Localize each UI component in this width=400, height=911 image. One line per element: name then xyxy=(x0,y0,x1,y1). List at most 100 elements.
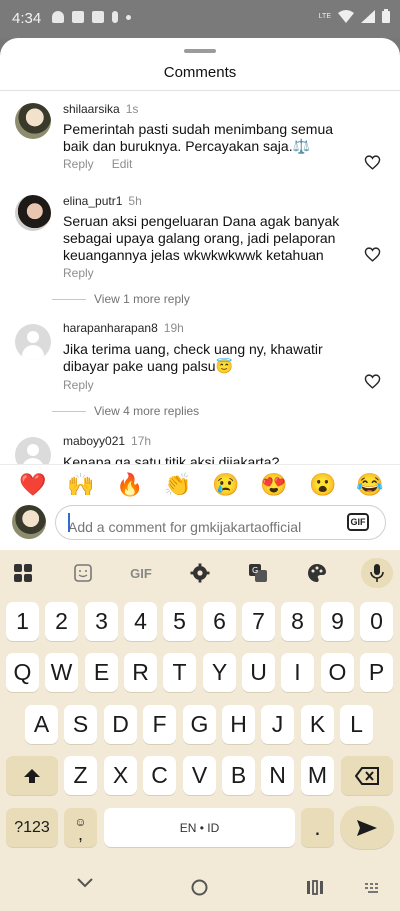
key-v[interactable]: V xyxy=(183,756,216,795)
symbols-key[interactable]: ?123 xyxy=(6,808,58,847)
key-e[interactable]: E xyxy=(85,653,118,692)
keyboard: GIF G 1 2 3 4 5 6 7 8 9 0 Q W E R T Y U … xyxy=(0,550,400,860)
key-k[interactable]: K xyxy=(301,705,334,744)
emoji-heart[interactable]: ❤️ xyxy=(19,473,46,497)
key-9[interactable]: 9 xyxy=(321,602,354,641)
key-d[interactable]: D xyxy=(104,705,137,744)
system-navigation-bar xyxy=(0,860,400,911)
key-c[interactable]: C xyxy=(143,756,176,795)
wifi-icon xyxy=(338,9,354,23)
gif-tool[interactable]: GIF xyxy=(126,562,156,584)
emoji-laughing[interactable]: 😂 xyxy=(356,473,383,497)
emoji-crying[interactable]: 😢 xyxy=(212,473,239,497)
comment-composer: GIF xyxy=(0,503,400,550)
key-8[interactable]: 8 xyxy=(281,602,314,641)
key-6[interactable]: 6 xyxy=(203,602,236,641)
avatar[interactable] xyxy=(15,195,51,231)
default-avatar[interactable] xyxy=(15,324,51,360)
key-0[interactable]: 0 xyxy=(360,602,393,641)
key-x[interactable]: X xyxy=(104,756,137,795)
view-more-replies[interactable]: View 1 more reply xyxy=(52,292,190,306)
comment-time: 5h xyxy=(128,194,142,208)
space-bar[interactable]: EN • ID xyxy=(104,808,295,847)
reply-button[interactable]: Reply xyxy=(63,266,94,280)
shift-key[interactable] xyxy=(6,756,58,795)
emoji-quick-bar: ❤️ 🙌 🔥 👏 😢 😍 😮 😂 xyxy=(0,464,400,504)
reply-button[interactable]: Reply xyxy=(63,378,94,392)
comment-time: 1s xyxy=(125,102,139,116)
microphone-icon[interactable] xyxy=(361,558,393,588)
emoji-clap[interactable]: 👏 xyxy=(164,473,191,497)
key-n[interactable]: N xyxy=(261,756,294,795)
drag-handle[interactable] xyxy=(184,49,216,53)
sheet-title: Comments xyxy=(163,64,237,81)
comment-text: Jika terima uang, check uang ny, khawati… xyxy=(63,341,323,374)
key-1[interactable]: 1 xyxy=(6,602,39,641)
period-key[interactable]: . xyxy=(301,808,334,847)
key-7[interactable]: 7 xyxy=(242,602,275,641)
key-z[interactable]: Z xyxy=(64,756,97,795)
key-r[interactable]: R xyxy=(124,653,157,692)
emoji-surprised[interactable]: 😮 xyxy=(309,473,336,497)
comment-username[interactable]: maboyy021 xyxy=(63,434,125,448)
more-notifications-icon xyxy=(126,14,131,20)
key-u[interactable]: U xyxy=(242,653,275,692)
backspace-icon xyxy=(355,766,379,785)
key-f[interactable]: F xyxy=(143,705,176,744)
emoji-heart-eyes[interactable]: 😍 xyxy=(260,473,287,497)
send-key[interactable] xyxy=(340,806,394,849)
key-4[interactable]: 4 xyxy=(124,602,157,641)
back-chevron-icon[interactable] xyxy=(76,876,94,890)
key-m[interactable]: M xyxy=(301,756,334,795)
key-l[interactable]: L xyxy=(340,705,373,744)
key-h[interactable]: H xyxy=(222,705,255,744)
key-y[interactable]: Y xyxy=(203,653,236,692)
comment-actions: Reply xyxy=(63,266,94,280)
vpn-icon xyxy=(52,11,64,23)
comment-username[interactable]: shilaarsika xyxy=(63,102,120,116)
comment-input[interactable] xyxy=(55,505,386,540)
key-i[interactable]: I xyxy=(281,653,314,692)
emoji-comma-key[interactable]: ☺ , xyxy=(64,808,97,847)
key-3[interactable]: 3 xyxy=(85,602,118,641)
comment-username[interactable]: elina_putr1 xyxy=(63,194,122,208)
gif-button[interactable]: GIF xyxy=(347,513,369,531)
heart-icon[interactable] xyxy=(364,154,381,171)
current-user-avatar xyxy=(12,505,46,539)
keyboard-switch-icon[interactable] xyxy=(364,882,382,894)
avatar[interactable] xyxy=(15,103,51,139)
key-b[interactable]: B xyxy=(222,756,255,795)
heart-icon[interactable] xyxy=(364,373,381,390)
settings-gear-icon[interactable] xyxy=(189,562,211,584)
app-notification-icon xyxy=(72,11,84,23)
emoji-raised-hands[interactable]: 🙌 xyxy=(67,473,94,497)
edit-button[interactable]: Edit xyxy=(112,157,133,171)
apps-grid-icon[interactable] xyxy=(12,562,34,584)
key-p[interactable]: P xyxy=(360,653,393,692)
backspace-key[interactable] xyxy=(341,756,393,795)
key-5[interactable]: 5 xyxy=(163,602,196,641)
comment-username-row: harapanharapan8 19h xyxy=(63,321,184,335)
key-t[interactable]: T xyxy=(163,653,196,692)
view-more-replies[interactable]: View 4 more replies xyxy=(52,404,199,418)
home-circle-icon[interactable] xyxy=(191,879,208,896)
key-q[interactable]: Q xyxy=(6,653,39,692)
key-o[interactable]: O xyxy=(321,653,354,692)
heart-icon[interactable] xyxy=(364,246,381,263)
key-g[interactable]: G xyxy=(183,705,216,744)
sticker-icon[interactable] xyxy=(72,562,94,584)
emoji-fire[interactable]: 🔥 xyxy=(116,473,143,497)
recents-icon[interactable] xyxy=(306,880,324,895)
key-w[interactable]: W xyxy=(45,653,78,692)
theme-palette-icon[interactable] xyxy=(306,562,328,584)
comment-username[interactable]: harapanharapan8 xyxy=(63,321,158,335)
key-j[interactable]: J xyxy=(261,705,294,744)
reply-button[interactable]: Reply xyxy=(63,157,94,171)
key-s[interactable]: S xyxy=(64,705,97,744)
key-2[interactable]: 2 xyxy=(45,602,78,641)
send-icon xyxy=(357,819,377,836)
translate-icon[interactable]: G xyxy=(247,562,269,584)
comma-label: , xyxy=(77,823,83,844)
comment-actions: Reply xyxy=(63,378,94,392)
key-a[interactable]: A xyxy=(25,705,58,744)
